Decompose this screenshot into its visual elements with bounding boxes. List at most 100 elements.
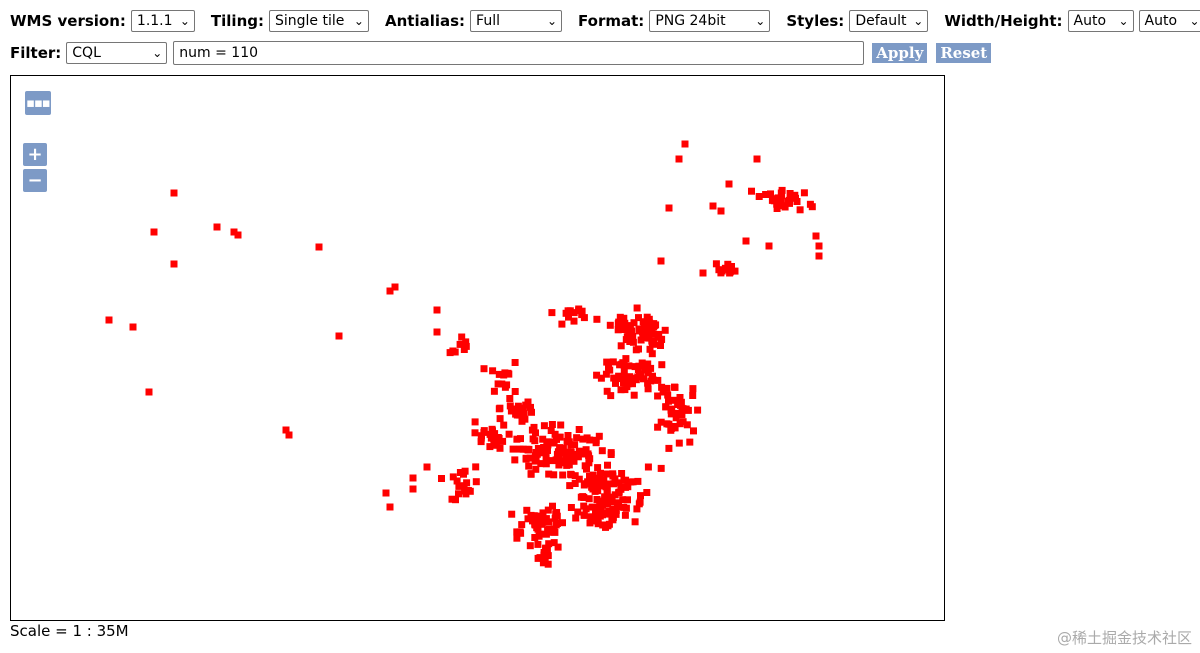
chevron-down-icon: ⌄ bbox=[913, 14, 924, 28]
zoom-in-button[interactable]: + bbox=[23, 143, 47, 166]
map-point bbox=[686, 438, 694, 446]
styles-select[interactable]: Default ⌄ bbox=[849, 10, 929, 32]
reset-button[interactable]: Reset bbox=[936, 43, 992, 63]
map-point bbox=[567, 470, 575, 478]
map-viewport[interactable]: ▪▪▪ + − bbox=[10, 75, 945, 621]
map-point bbox=[285, 431, 293, 439]
points-layer bbox=[105, 140, 823, 568]
map-point bbox=[796, 206, 804, 214]
map-point bbox=[480, 427, 488, 435]
map-point bbox=[593, 371, 601, 379]
filter-type-value: CQL bbox=[72, 45, 101, 61]
map-point bbox=[647, 364, 655, 372]
map-point bbox=[433, 328, 441, 336]
map-point bbox=[592, 439, 600, 447]
map-point bbox=[717, 269, 725, 277]
map-point bbox=[631, 518, 639, 526]
zoom-out-button[interactable]: − bbox=[23, 169, 47, 192]
height-select[interactable]: Auto ⌄ bbox=[1138, 10, 1200, 32]
map-point bbox=[614, 326, 622, 334]
height-value: Auto bbox=[1144, 13, 1178, 29]
map-point bbox=[549, 457, 557, 465]
map-point bbox=[658, 383, 666, 391]
map-point bbox=[213, 223, 221, 231]
map-point bbox=[565, 313, 572, 321]
map-point bbox=[542, 544, 550, 552]
map-point bbox=[480, 365, 488, 373]
map-point bbox=[527, 403, 534, 411]
map-point bbox=[604, 461, 611, 469]
format-select[interactable]: PNG 24bit ⌄ bbox=[649, 10, 771, 32]
width-select[interactable]: Auto ⌄ bbox=[1067, 10, 1134, 32]
map-point bbox=[630, 391, 638, 399]
map-point bbox=[557, 421, 565, 429]
map-point bbox=[604, 500, 612, 508]
chevron-down-icon: ⌄ bbox=[546, 14, 558, 28]
map-point bbox=[709, 202, 717, 210]
map-point bbox=[567, 456, 575, 463]
tiling-select[interactable]: Single tile ⌄ bbox=[268, 10, 369, 32]
layer-switcher-button[interactable]: ▪▪▪ bbox=[25, 91, 51, 115]
map-point bbox=[657, 257, 665, 265]
map-point bbox=[609, 358, 617, 366]
map-point bbox=[518, 417, 526, 425]
map-point bbox=[466, 487, 474, 495]
map-point bbox=[551, 528, 559, 536]
chevron-down-icon: ⌄ bbox=[353, 14, 364, 28]
wms-version-select[interactable]: 1.1.1 ⌄ bbox=[130, 10, 195, 32]
map-point bbox=[597, 469, 604, 477]
map-point bbox=[234, 231, 242, 239]
map-point bbox=[506, 395, 514, 402]
map-point bbox=[516, 445, 524, 453]
map-point bbox=[631, 363, 639, 371]
map-point bbox=[548, 309, 556, 317]
map-point bbox=[643, 489, 651, 496]
map-point bbox=[621, 324, 629, 332]
filter-expression-input[interactable] bbox=[173, 41, 865, 65]
map-point bbox=[489, 367, 497, 375]
antialias-select[interactable]: Full ⌄ bbox=[470, 10, 563, 32]
map-point bbox=[615, 375, 623, 383]
map-point bbox=[609, 470, 617, 478]
map-point bbox=[681, 140, 689, 148]
map-point bbox=[812, 232, 820, 240]
chevron-down-icon: ⌄ bbox=[152, 46, 163, 60]
map-point bbox=[540, 422, 548, 430]
map-point bbox=[633, 304, 641, 312]
format-label: Format: bbox=[578, 12, 645, 30]
map-point bbox=[574, 508, 582, 516]
map-point bbox=[635, 500, 643, 508]
map-point bbox=[626, 338, 634, 345]
map-point bbox=[665, 444, 673, 452]
map-point bbox=[580, 314, 588, 322]
map-point bbox=[559, 471, 567, 479]
map-point bbox=[622, 476, 630, 484]
map-point bbox=[583, 434, 591, 442]
map-point bbox=[493, 436, 501, 444]
map-point bbox=[635, 325, 643, 333]
map-point bbox=[471, 418, 479, 426]
filter-type-select[interactable]: CQL ⌄ bbox=[66, 42, 168, 64]
map-point bbox=[559, 519, 566, 527]
map-point bbox=[644, 463, 652, 471]
map-point bbox=[508, 510, 516, 518]
map-point bbox=[511, 388, 519, 395]
map-point bbox=[677, 410, 685, 418]
map-point bbox=[472, 463, 480, 471]
map-point bbox=[549, 502, 556, 510]
map-point bbox=[105, 316, 113, 324]
map-point bbox=[500, 421, 508, 429]
apply-button[interactable]: Apply bbox=[872, 43, 928, 63]
map-point bbox=[580, 494, 588, 501]
map-point bbox=[808, 203, 816, 211]
map-point bbox=[505, 430, 513, 438]
map-point bbox=[689, 385, 697, 393]
map-point bbox=[495, 370, 503, 378]
map-point bbox=[650, 338, 658, 346]
map-point bbox=[637, 492, 644, 500]
map-point bbox=[622, 504, 630, 512]
map-point bbox=[654, 392, 662, 400]
map-point bbox=[580, 511, 588, 519]
map-point bbox=[491, 430, 499, 438]
antialias-value: Full bbox=[476, 13, 500, 29]
